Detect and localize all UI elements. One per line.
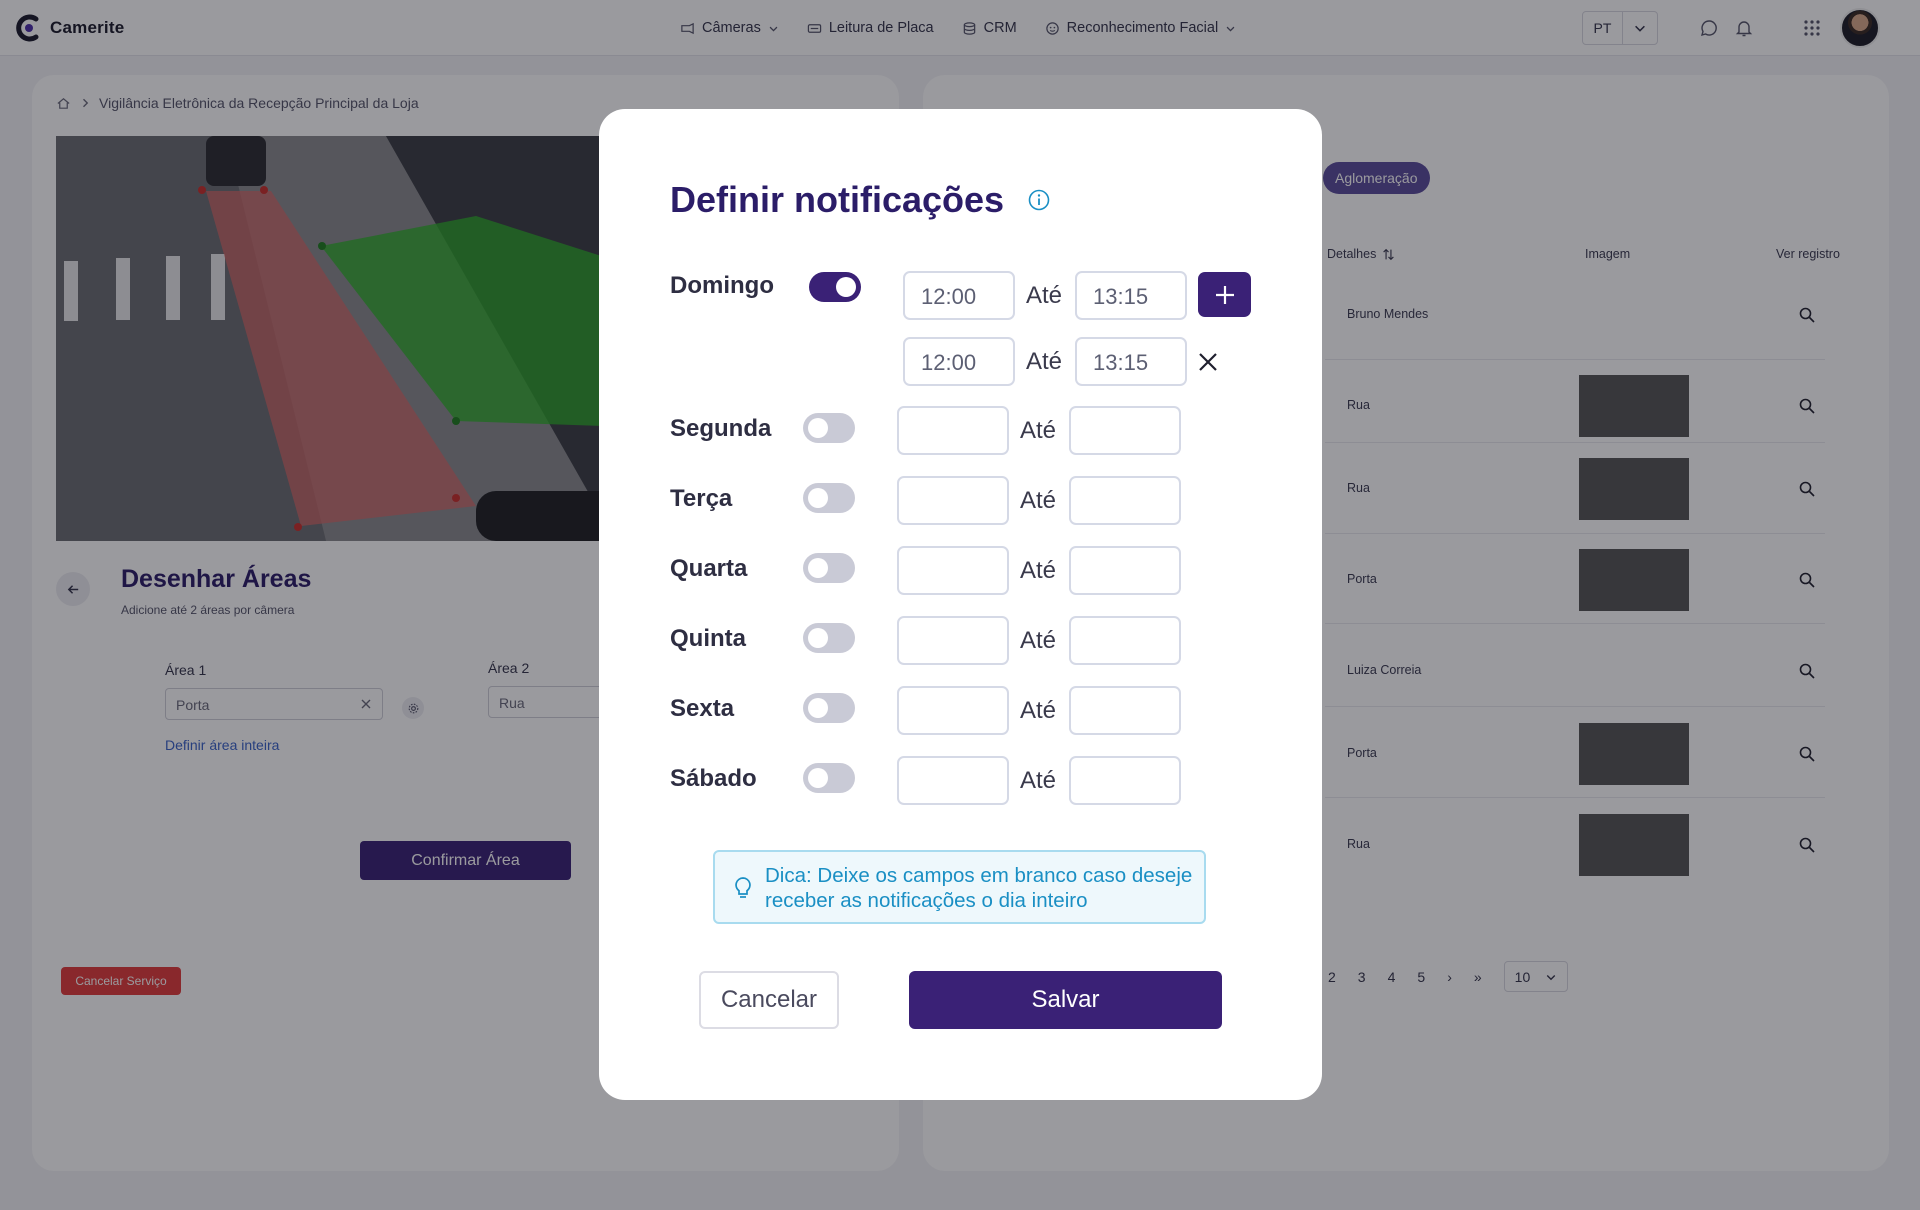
time-from-sabado[interactable] — [897, 756, 1009, 805]
modal-title: Definir notificações — [670, 179, 1005, 220]
time-to-quarta[interactable] — [1069, 546, 1181, 595]
remove-range-icon[interactable] — [1196, 350, 1220, 374]
until-label: Até — [1020, 767, 1057, 794]
tip-box: Dica: Deixe os campos em branco caso des… — [713, 850, 1206, 924]
time-from-segunda[interactable] — [897, 406, 1009, 455]
time-to-quinta[interactable] — [1069, 616, 1181, 665]
day-label-domingo: Domingo — [670, 272, 774, 299]
time-to-sabado[interactable] — [1069, 756, 1181, 805]
time-from-quarta[interactable] — [897, 546, 1009, 595]
day-label-quarta: Quarta — [670, 555, 748, 582]
time-to-segunda[interactable] — [1069, 406, 1181, 455]
until-label: Até — [1020, 627, 1057, 654]
info-icon[interactable] — [1028, 189, 1050, 211]
save-button[interactable]: Salvar — [909, 971, 1222, 1029]
notifications-modal: Definir notificações Domingo 12:00 Até 1… — [599, 109, 1322, 1100]
time-from-domingo-1[interactable]: 12:00 — [903, 271, 1015, 320]
toggle-domingo[interactable] — [809, 272, 861, 302]
toggle-quarta[interactable] — [803, 553, 855, 583]
toggle-terca[interactable] — [803, 483, 855, 513]
time-to-terca[interactable] — [1069, 476, 1181, 525]
day-label-segunda: Segunda — [670, 415, 772, 442]
toggle-knob — [808, 628, 828, 648]
toggle-sexta[interactable] — [803, 693, 855, 723]
time-from-domingo-2[interactable]: 12:00 — [903, 337, 1015, 386]
toggle-knob — [808, 558, 828, 578]
until-label: Até — [1020, 557, 1057, 584]
until-label: Até — [1020, 697, 1057, 724]
toggle-knob — [808, 418, 828, 438]
time-from-terca[interactable] — [897, 476, 1009, 525]
time-from-sexta[interactable] — [897, 686, 1009, 735]
time-to-domingo-1[interactable]: 13:15 — [1075, 271, 1187, 320]
day-label-quinta: Quinta — [670, 625, 746, 652]
day-label-sabado: Sábado — [670, 765, 757, 792]
tip-text: Dica: Deixe os campos em branco caso des… — [765, 864, 1193, 912]
time-to-sexta[interactable] — [1069, 686, 1181, 735]
day-label-terca: Terça — [670, 485, 733, 512]
toggle-knob — [808, 488, 828, 508]
toggle-segunda[interactable] — [803, 413, 855, 443]
time-from-quinta[interactable] — [897, 616, 1009, 665]
until-label: Até — [1026, 282, 1063, 309]
add-range-button[interactable] — [1198, 272, 1251, 317]
toggle-quinta[interactable] — [803, 623, 855, 653]
toggle-knob — [836, 277, 856, 297]
until-label: Até — [1026, 348, 1063, 375]
day-label-sexta: Sexta — [670, 695, 735, 722]
toggle-knob — [808, 698, 828, 718]
time-to-domingo-2[interactable]: 13:15 — [1075, 337, 1187, 386]
until-label: Até — [1020, 417, 1057, 444]
plus-icon — [1215, 285, 1234, 304]
toggle-sabado[interactable] — [803, 763, 855, 793]
cancel-button[interactable]: Cancelar — [699, 971, 839, 1029]
lightbulb-icon — [735, 877, 751, 898]
until-label: Até — [1020, 487, 1057, 514]
toggle-knob — [808, 768, 828, 788]
